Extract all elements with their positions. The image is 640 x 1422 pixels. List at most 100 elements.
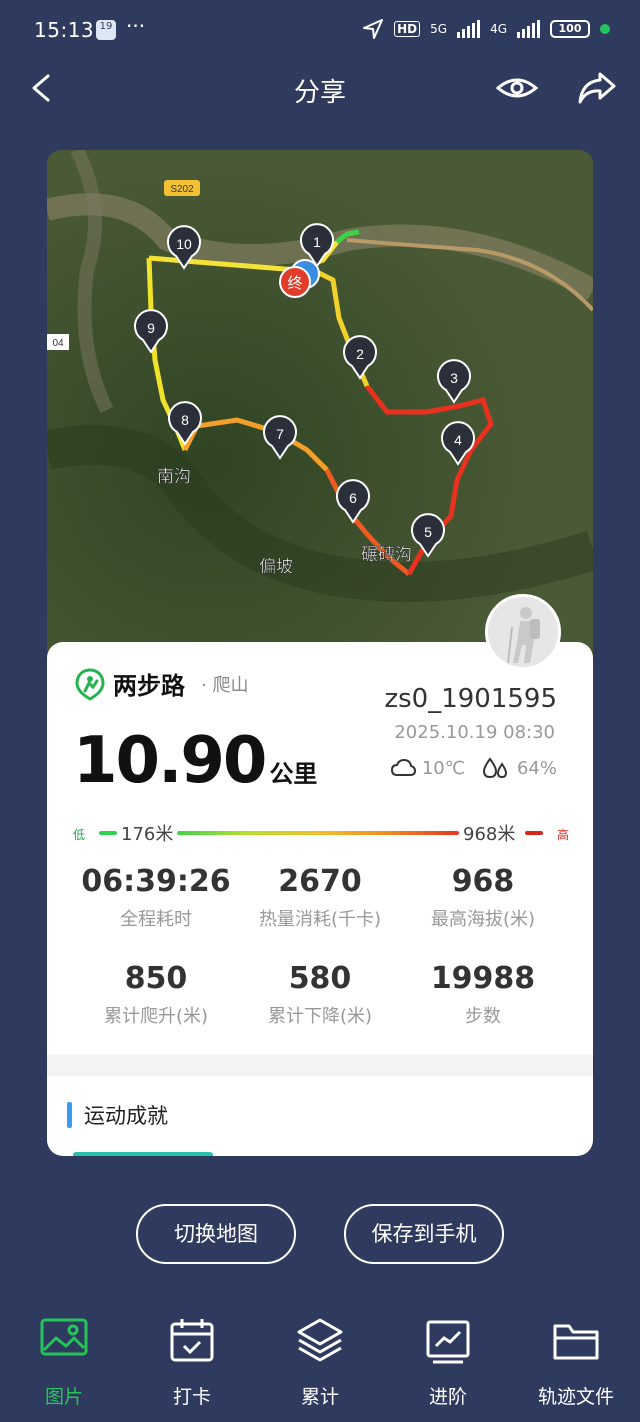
altitude-low-label: 低: [73, 828, 86, 842]
net-4g-label: 4G: [490, 22, 507, 36]
checkpoint-number: 1: [313, 234, 321, 250]
status-bar: 15:13 19 ··· HD 5G 4G 100: [0, 0, 640, 60]
section-divider: [47, 1054, 593, 1076]
stat-descent: 580 累计下降(米): [229, 961, 411, 1028]
location-arrow-icon: [363, 19, 384, 39]
tab-picture[interactable]: 图片: [14, 1316, 114, 1409]
stat-steps: 19988 步数: [392, 961, 574, 1028]
summary-card: 两步路 · 爬山 zs0_1901595 2025.10.19 08:30 10…: [47, 642, 593, 1156]
weather-row: 10℃ 64%: [390, 756, 557, 780]
tab-checkin[interactable]: 打卡: [142, 1316, 242, 1409]
picture-icon: [40, 1318, 88, 1356]
more-notifications-icon: ···: [126, 14, 146, 38]
username: zs0_1901595: [384, 684, 557, 714]
achievements-title: 运动成就: [84, 1104, 168, 1128]
eye-icon: [495, 78, 539, 98]
road-label: S202: [170, 184, 194, 195]
checkpoint-number: 5: [424, 524, 432, 540]
checkpoint-number: 7: [276, 426, 284, 442]
trend-chart-icon: [426, 1320, 470, 1364]
tab-label: 打卡: [172, 1386, 211, 1408]
calendar-check-icon: [170, 1319, 214, 1362]
signal-4g-icon: [517, 20, 540, 38]
share-arrow-icon: [578, 72, 616, 104]
tab-label: 进阶: [428, 1386, 467, 1408]
stat-value: 580: [288, 961, 352, 996]
privacy-dot-icon: [600, 24, 610, 34]
map-canvas: S202 04 南沟 偏坡 碾磚沟 终 1 2 3 4 5 6 7 8 9 10: [47, 150, 593, 670]
place-label-village: 碾磚沟: [361, 545, 412, 565]
folder-icon: [553, 1324, 599, 1360]
tab-label: 累计: [300, 1386, 339, 1408]
preview-button[interactable]: [494, 68, 540, 108]
checkpoint-number: 6: [349, 490, 357, 506]
status-indicators: HD 5G 4G 100: [362, 18, 610, 40]
altitude-high-marker: [525, 831, 543, 835]
layers-icon: [297, 1318, 343, 1362]
distance-unit: 公里: [269, 760, 318, 788]
save-to-phone-button[interactable]: 保存到手机: [344, 1204, 504, 1264]
checkpoint-number: 2: [356, 346, 364, 362]
switch-map-button[interactable]: 切换地图: [136, 1204, 296, 1264]
altitude-bar: 低 176米 968米 高: [73, 820, 569, 845]
two-steps-logo-icon: [75, 667, 105, 701]
checkpoint-number: 3: [450, 370, 458, 386]
achievement-item-peek: [73, 1152, 213, 1156]
altitude-high-value: 968米: [463, 824, 516, 845]
status-time: 15:13: [34, 18, 95, 42]
tab-advanced[interactable]: 进阶: [398, 1316, 498, 1409]
distance-display: 10.90 公里: [73, 724, 317, 798]
road-side-label: 04: [52, 338, 64, 349]
stat-value: 850: [124, 961, 188, 996]
hiker-avatar-icon: [507, 607, 540, 664]
section-accent: [67, 1102, 72, 1128]
stat-value: 06:39:26: [81, 864, 231, 899]
humidity: 64%: [516, 757, 557, 779]
stat-value: 2670: [278, 864, 362, 899]
stat-label: 步数: [465, 1006, 501, 1027]
stat-label: 最高海拔(米): [430, 909, 536, 930]
checkpoint-number: 9: [147, 320, 155, 336]
stat-ascent: 850 累计爬升(米): [65, 961, 247, 1028]
share-button[interactable]: [574, 66, 620, 110]
avatar[interactable]: [485, 594, 561, 670]
altitude-gradient: [177, 831, 459, 835]
place-label-nangou: 南沟: [157, 467, 191, 487]
stat-label: 累计下降(米): [267, 1006, 373, 1027]
stat-value: 968: [451, 864, 515, 899]
checkpoint-number: 8: [181, 412, 189, 428]
altitude-high-label: 高: [556, 828, 569, 842]
humidity-drops-icon: [482, 757, 507, 779]
checkpoint-number: 4: [454, 432, 462, 448]
cloud-icon: [390, 758, 416, 776]
battery-icon: 100: [550, 20, 590, 38]
place-label-pianpo: 偏坡: [259, 557, 293, 577]
app-header: 分享: [0, 60, 640, 120]
temperature: 10℃: [421, 757, 465, 779]
tab-track-file[interactable]: 轨迹文件: [526, 1316, 626, 1409]
tab-label: 图片: [44, 1386, 83, 1408]
altitude-low-value: 176米: [121, 824, 174, 845]
signal-5g-icon: [457, 20, 481, 38]
stat-label: 热量消耗(千卡): [258, 909, 382, 930]
stat-calories: 2670 热量消耗(千卡): [229, 864, 411, 931]
tab-label: 轨迹文件: [537, 1386, 614, 1408]
stat-value: 19988: [430, 961, 536, 996]
track-map[interactable]: S202 04 南沟 偏坡 碾磚沟 终 1 2 3 4 5 6 7 8 9 10: [47, 150, 593, 670]
page-title: 分享: [293, 78, 346, 108]
brand-row: 两步路 · 爬山: [73, 666, 248, 701]
checkpoint-number: 10: [176, 236, 192, 252]
achievements-header[interactable]: 运动成就: [67, 1100, 168, 1130]
stat-label: 全程耗时: [120, 909, 192, 930]
activity-type: · 爬山: [201, 674, 249, 696]
stat-duration: 06:39:26 全程耗时: [65, 864, 247, 931]
calendar-badge-icon: 19: [96, 20, 116, 40]
end-marker-label: 终: [287, 274, 302, 292]
brand-name: 两步路: [113, 672, 185, 700]
stat-max-altitude: 968 最高海拔(米): [392, 864, 574, 931]
stat-label: 累计爬升(米): [103, 1006, 209, 1027]
activity-datetime: 2025.10.19 08:30: [394, 722, 555, 743]
hd-icon: HD: [394, 21, 421, 37]
net-5g-label: 5G: [430, 22, 448, 36]
tab-cumulative[interactable]: 累计: [270, 1316, 370, 1409]
